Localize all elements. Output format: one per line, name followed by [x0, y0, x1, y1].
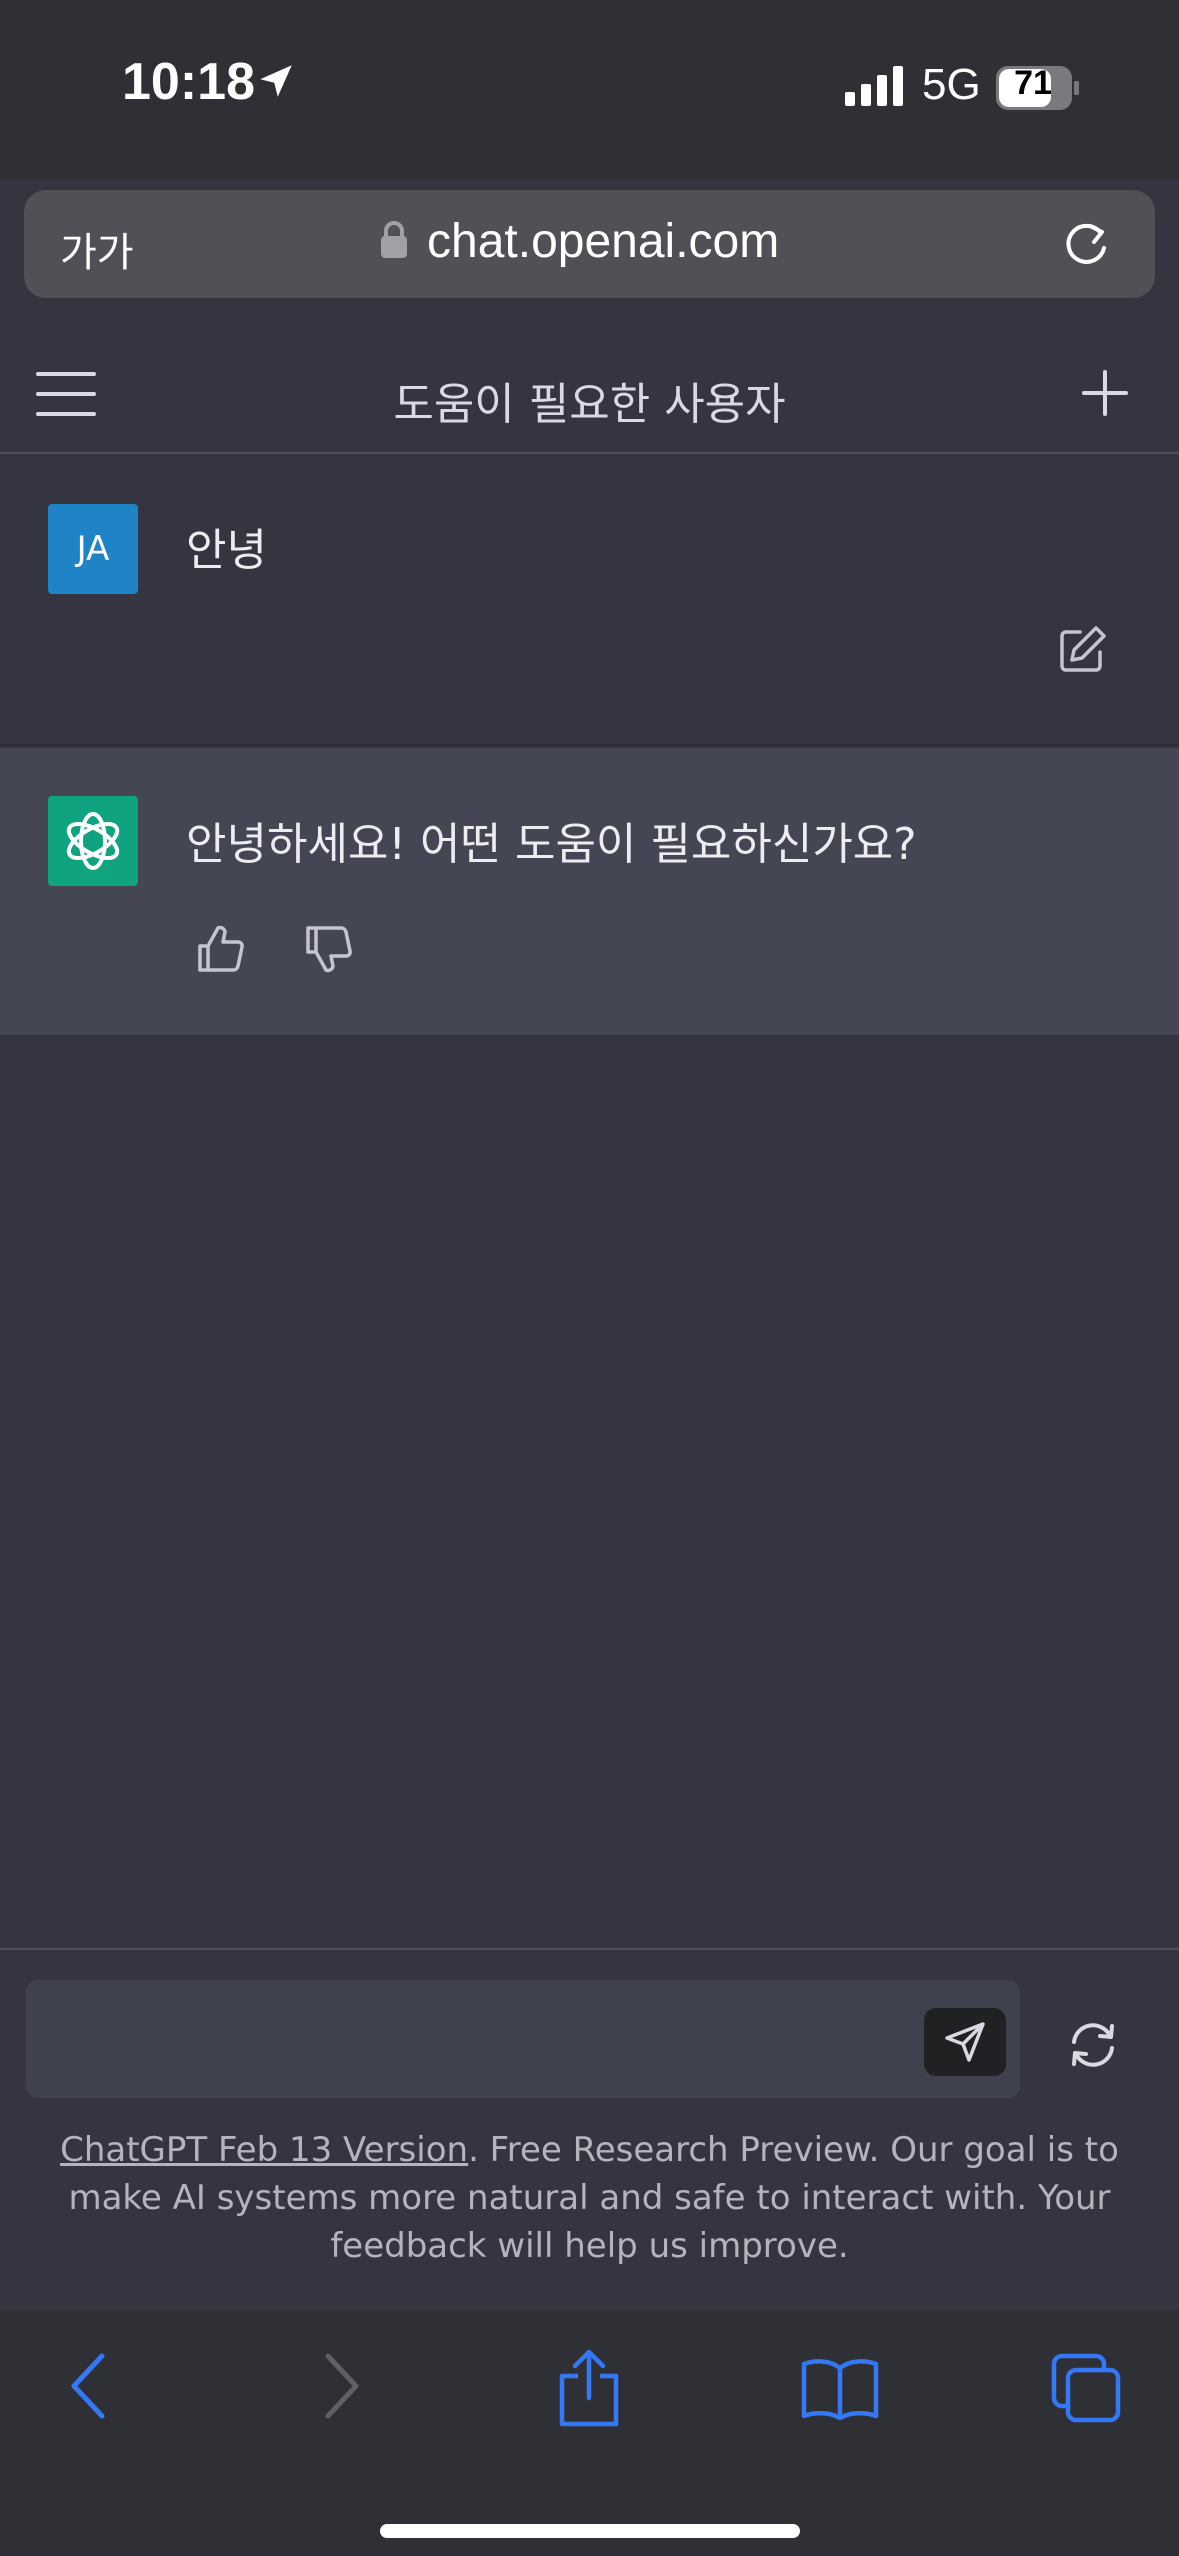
user-avatar: JA: [48, 504, 138, 594]
send-button[interactable]: [924, 2008, 1006, 2076]
forward-icon[interactable]: [320, 2348, 364, 2428]
bookmarks-icon[interactable]: [800, 2356, 880, 2424]
reload-icon[interactable]: [1060, 218, 1112, 274]
network-label: 5G: [922, 60, 981, 109]
version-link[interactable]: ChatGPT Feb 13 Version: [60, 2130, 468, 2170]
battery-level: 71: [1014, 64, 1052, 102]
message-input[interactable]: [26, 1980, 1020, 2098]
back-icon[interactable]: [66, 2348, 110, 2428]
thumbs-down-icon[interactable]: [304, 924, 354, 978]
status-time: 10:18: [122, 53, 255, 111]
regenerate-icon[interactable]: [1066, 2022, 1120, 2072]
browser-toolbar: [0, 2310, 1179, 2556]
lock-icon: [379, 220, 409, 264]
share-icon[interactable]: [556, 2348, 622, 2432]
composer-area: ChatGPT Feb 13 Version. Free Research Pr…: [0, 1948, 1179, 2310]
location-arrow-icon: [255, 60, 297, 106]
assistant-message-row: 안녕하세요! 어떤 도움이 필요하신가요?: [0, 748, 1179, 1035]
user-message-text: 안녕: [186, 525, 267, 576]
url-text[interactable]: chat.openai.com: [427, 214, 779, 269]
plus-icon[interactable]: [1080, 368, 1130, 422]
thumbs-up-icon[interactable]: [196, 924, 246, 978]
edit-icon[interactable]: [1058, 624, 1108, 678]
signal-icon: [845, 66, 905, 110]
status-bar: 10:18 5G 71 가가 chat.openai.com: [0, 0, 1179, 298]
openai-logo-icon: [48, 796, 138, 886]
text-size-button[interactable]: 가가: [60, 220, 134, 278]
disclaimer: ChatGPT Feb 13 Version. Free Research Pr…: [40, 2126, 1139, 2270]
user-message-row: JA 안녕: [0, 456, 1179, 746]
tabs-icon[interactable]: [1050, 2352, 1122, 2428]
address-bar[interactable]: 가가 chat.openai.com: [24, 190, 1155, 298]
conversation-title: 도움이 필요한 사용자: [393, 379, 786, 430]
home-indicator: [380, 2524, 800, 2538]
assistant-message-text: 안녕하세요! 어떤 도움이 필요하신가요?: [186, 819, 917, 870]
send-icon: [945, 2022, 985, 2062]
chat-header: 도움이 필요한 사용자: [0, 330, 1179, 454]
